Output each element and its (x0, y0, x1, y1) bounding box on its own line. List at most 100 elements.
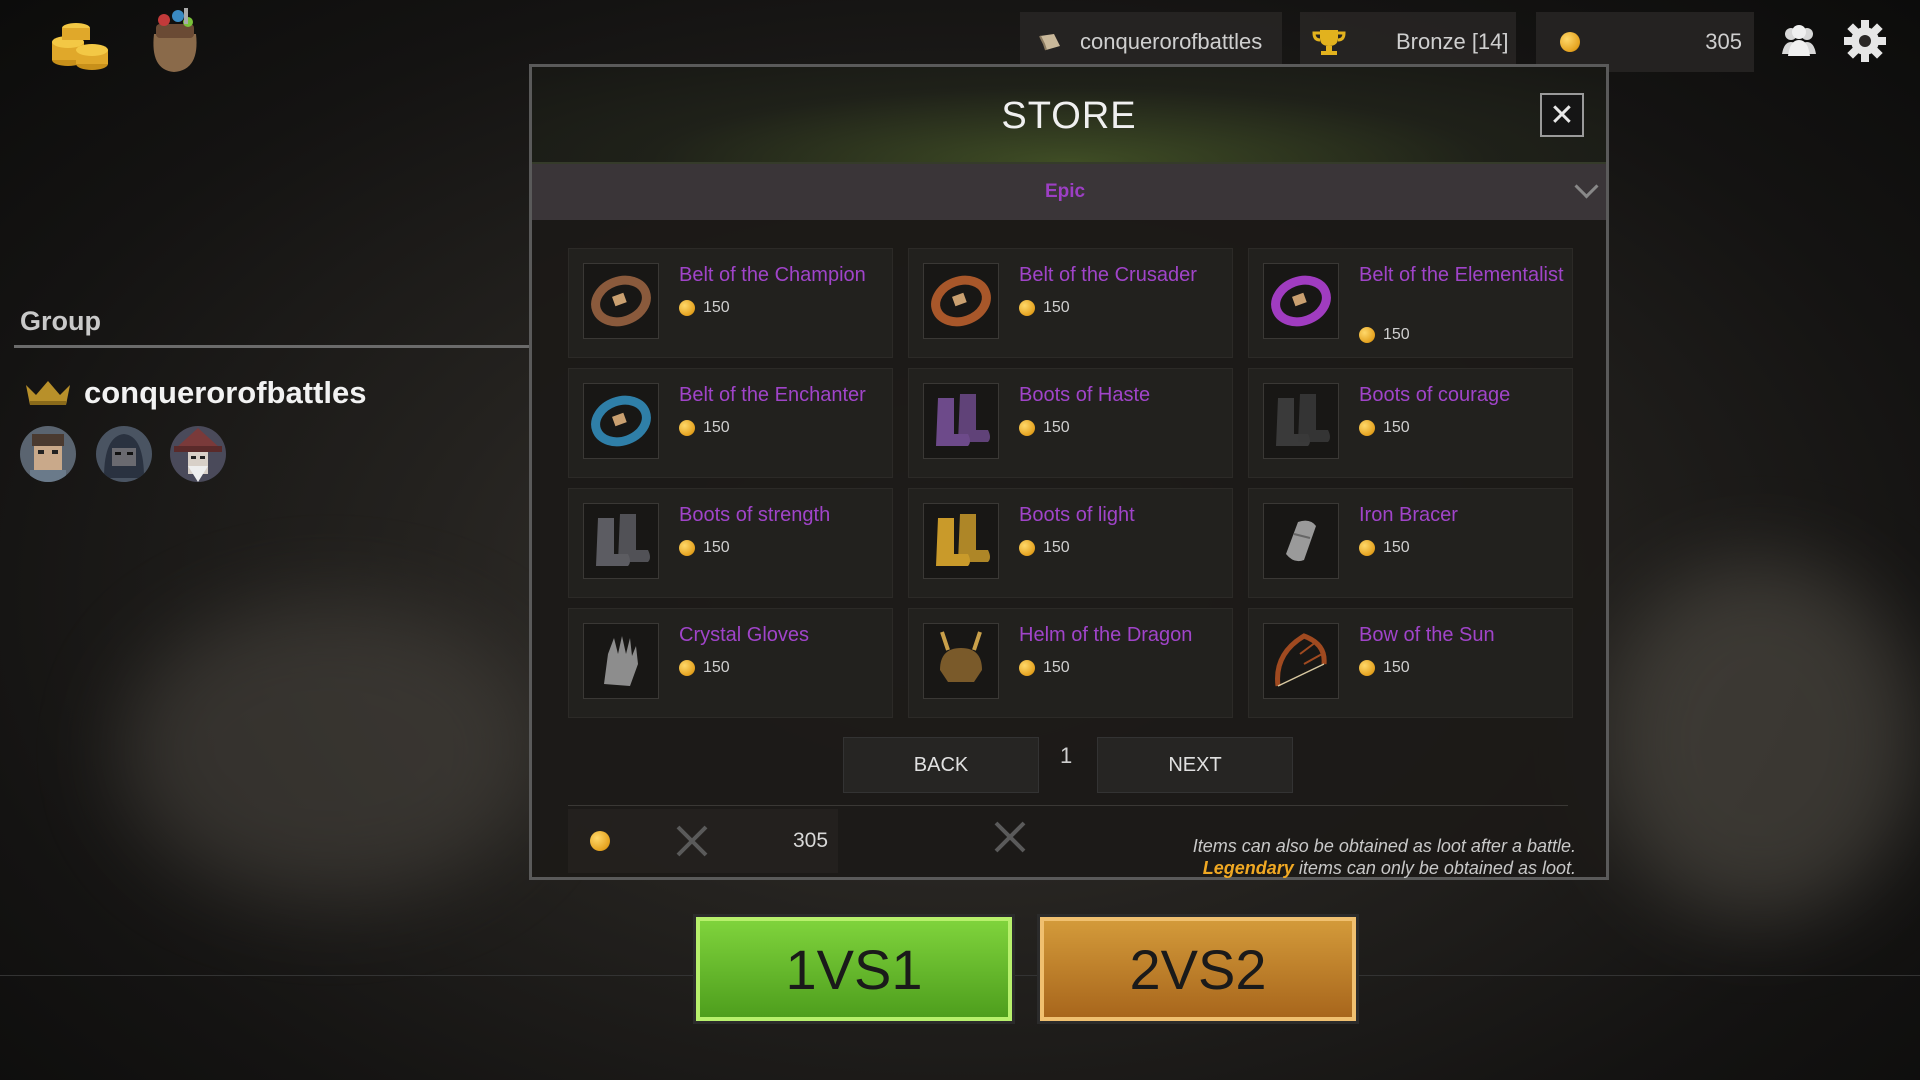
item-name: Boots of strength (679, 504, 831, 526)
item-price-value: 150 (1383, 539, 1410, 556)
store-item-card[interactable]: Crystal Gloves 150 (568, 608, 893, 718)
coin-icon (679, 420, 695, 436)
item-price: 150 (1359, 659, 1410, 677)
coins-stack-icon[interactable] (46, 6, 116, 76)
item-price: 150 (1019, 299, 1070, 317)
loot-note: Items can also be obtained as loot after… (1193, 835, 1576, 879)
scroll-icon (1038, 32, 1062, 52)
gear-icon[interactable] (1842, 18, 1888, 64)
footer-divider (568, 805, 1568, 806)
item-price: 150 (679, 539, 730, 557)
store-item-card[interactable]: Belt of the Elementalist 150 (1248, 248, 1573, 358)
crossed-swords-icon (992, 819, 1028, 855)
page-number: 1 (1060, 743, 1073, 768)
coin-icon (679, 660, 695, 676)
item-price-value: 150 (703, 299, 730, 316)
item-name: Belt of the Champion (679, 264, 866, 286)
store-item-card[interactable]: Iron Bracer 150 (1248, 488, 1573, 598)
store-item-card[interactable]: Boots of light 150 (908, 488, 1233, 598)
store-item-card[interactable]: Belt of the Crusader 150 (908, 248, 1233, 358)
crown-icon (24, 379, 72, 407)
item-name: Boots of Haste (1019, 384, 1151, 406)
store-title: STORE (1001, 95, 1137, 137)
wizard-avatar[interactable] (170, 426, 226, 482)
item-price-value: 150 (1043, 299, 1070, 316)
group-leader[interactable]: conquerorofbattles (24, 375, 366, 411)
purple-belt-icon (1263, 263, 1339, 339)
loot-note-line2: Legendary items can only be obtained as … (1193, 857, 1576, 879)
item-price: 150 (679, 419, 730, 437)
currency-pill[interactable]: 305 (1536, 12, 1754, 72)
coin-icon (1560, 32, 1580, 52)
item-price-value: 150 (1043, 659, 1070, 676)
item-price-value: 150 (1383, 419, 1410, 436)
trophy-icon (1312, 28, 1346, 56)
orange-belt-icon (923, 263, 999, 339)
knight-avatar[interactable] (20, 426, 76, 482)
store-item-card[interactable]: Boots of strength 150 (568, 488, 893, 598)
bow-icon (1263, 623, 1339, 699)
item-price-value: 150 (1043, 419, 1070, 436)
item-price: 150 (679, 299, 730, 317)
username-pill[interactable]: conquerorofbattles (1020, 12, 1282, 72)
balance-box: 305 (568, 809, 838, 873)
mode-2v2-button[interactable]: 2VS2 (1040, 917, 1356, 1021)
grey-boots-icon (583, 503, 659, 579)
currency-value: 305 (1705, 29, 1742, 54)
store-item-card[interactable]: Belt of the Champion 150 (568, 248, 893, 358)
group-divider (14, 345, 530, 348)
purple-boots-icon (923, 383, 999, 459)
blue-belt-icon (583, 383, 659, 459)
item-name: Helm of the Dragon (1019, 624, 1193, 646)
item-price: 150 (679, 659, 730, 677)
item-name: Bow of the Sun (1359, 624, 1495, 646)
mode-1v1-button[interactable]: 1VS1 (696, 917, 1012, 1021)
gauntlet-icon (583, 623, 659, 699)
brown-belt-icon (583, 263, 659, 339)
item-price-value: 150 (703, 419, 730, 436)
close-icon: ✕ (1549, 98, 1575, 132)
coin-icon (1019, 300, 1035, 316)
store-item-card[interactable]: Bow of the Sun 150 (1248, 608, 1573, 718)
gold-boots-icon (923, 503, 999, 579)
item-price: 150 (1359, 419, 1410, 437)
loot-note-line1: Items can also be obtained as loot after… (1192, 836, 1576, 856)
friends-icon[interactable] (1778, 20, 1820, 62)
close-button[interactable]: ✕ (1540, 93, 1584, 137)
coin-icon (1019, 420, 1035, 436)
coin-icon (590, 831, 610, 851)
store-item-card[interactable]: Boots of courage 150 (1248, 368, 1573, 478)
loot-bag-icon[interactable] (140, 6, 210, 76)
item-name: Boots of courage (1359, 384, 1511, 406)
legendary-label: Legendary (1202, 858, 1294, 878)
hooded-avatar[interactable] (96, 426, 152, 482)
item-price-value: 150 (1043, 539, 1070, 556)
item-price: 150 (1359, 539, 1410, 557)
rarity-filter-dropdown[interactable]: Epic (532, 164, 1606, 220)
balance-value: 305 (793, 829, 829, 852)
store-item-card[interactable]: Boots of Haste 150 (908, 368, 1233, 478)
coin-icon (679, 300, 695, 316)
item-price: 150 (1359, 326, 1410, 344)
coin-icon (1359, 327, 1375, 343)
rarity-filter-value: Epic (1044, 181, 1086, 202)
item-price: 150 (1019, 419, 1070, 437)
rank-label: Bronze [14] (1396, 29, 1509, 54)
back-button[interactable]: BACK (843, 737, 1039, 793)
coin-icon (1359, 420, 1375, 436)
item-price-value: 150 (1383, 326, 1410, 343)
next-button[interactable]: NEXT (1097, 737, 1293, 793)
store-header: STORE ✕ (532, 67, 1606, 164)
bracer-icon (1263, 503, 1339, 579)
coin-icon (1019, 540, 1035, 556)
background-blur (120, 600, 540, 900)
store-item-card[interactable]: Helm of the Dragon 150 (908, 608, 1233, 718)
coin-icon (1019, 660, 1035, 676)
item-price-value: 150 (703, 539, 730, 556)
rank-pill[interactable]: Bronze [14] (1300, 12, 1516, 72)
coin-icon (1359, 540, 1375, 556)
store-item-card[interactable]: Belt of the Enchanter 150 (568, 368, 893, 478)
item-name: Belt of the Crusader (1019, 264, 1197, 286)
item-name: Belt of the Enchanter (679, 384, 866, 406)
item-name: Boots of light (1019, 504, 1135, 526)
